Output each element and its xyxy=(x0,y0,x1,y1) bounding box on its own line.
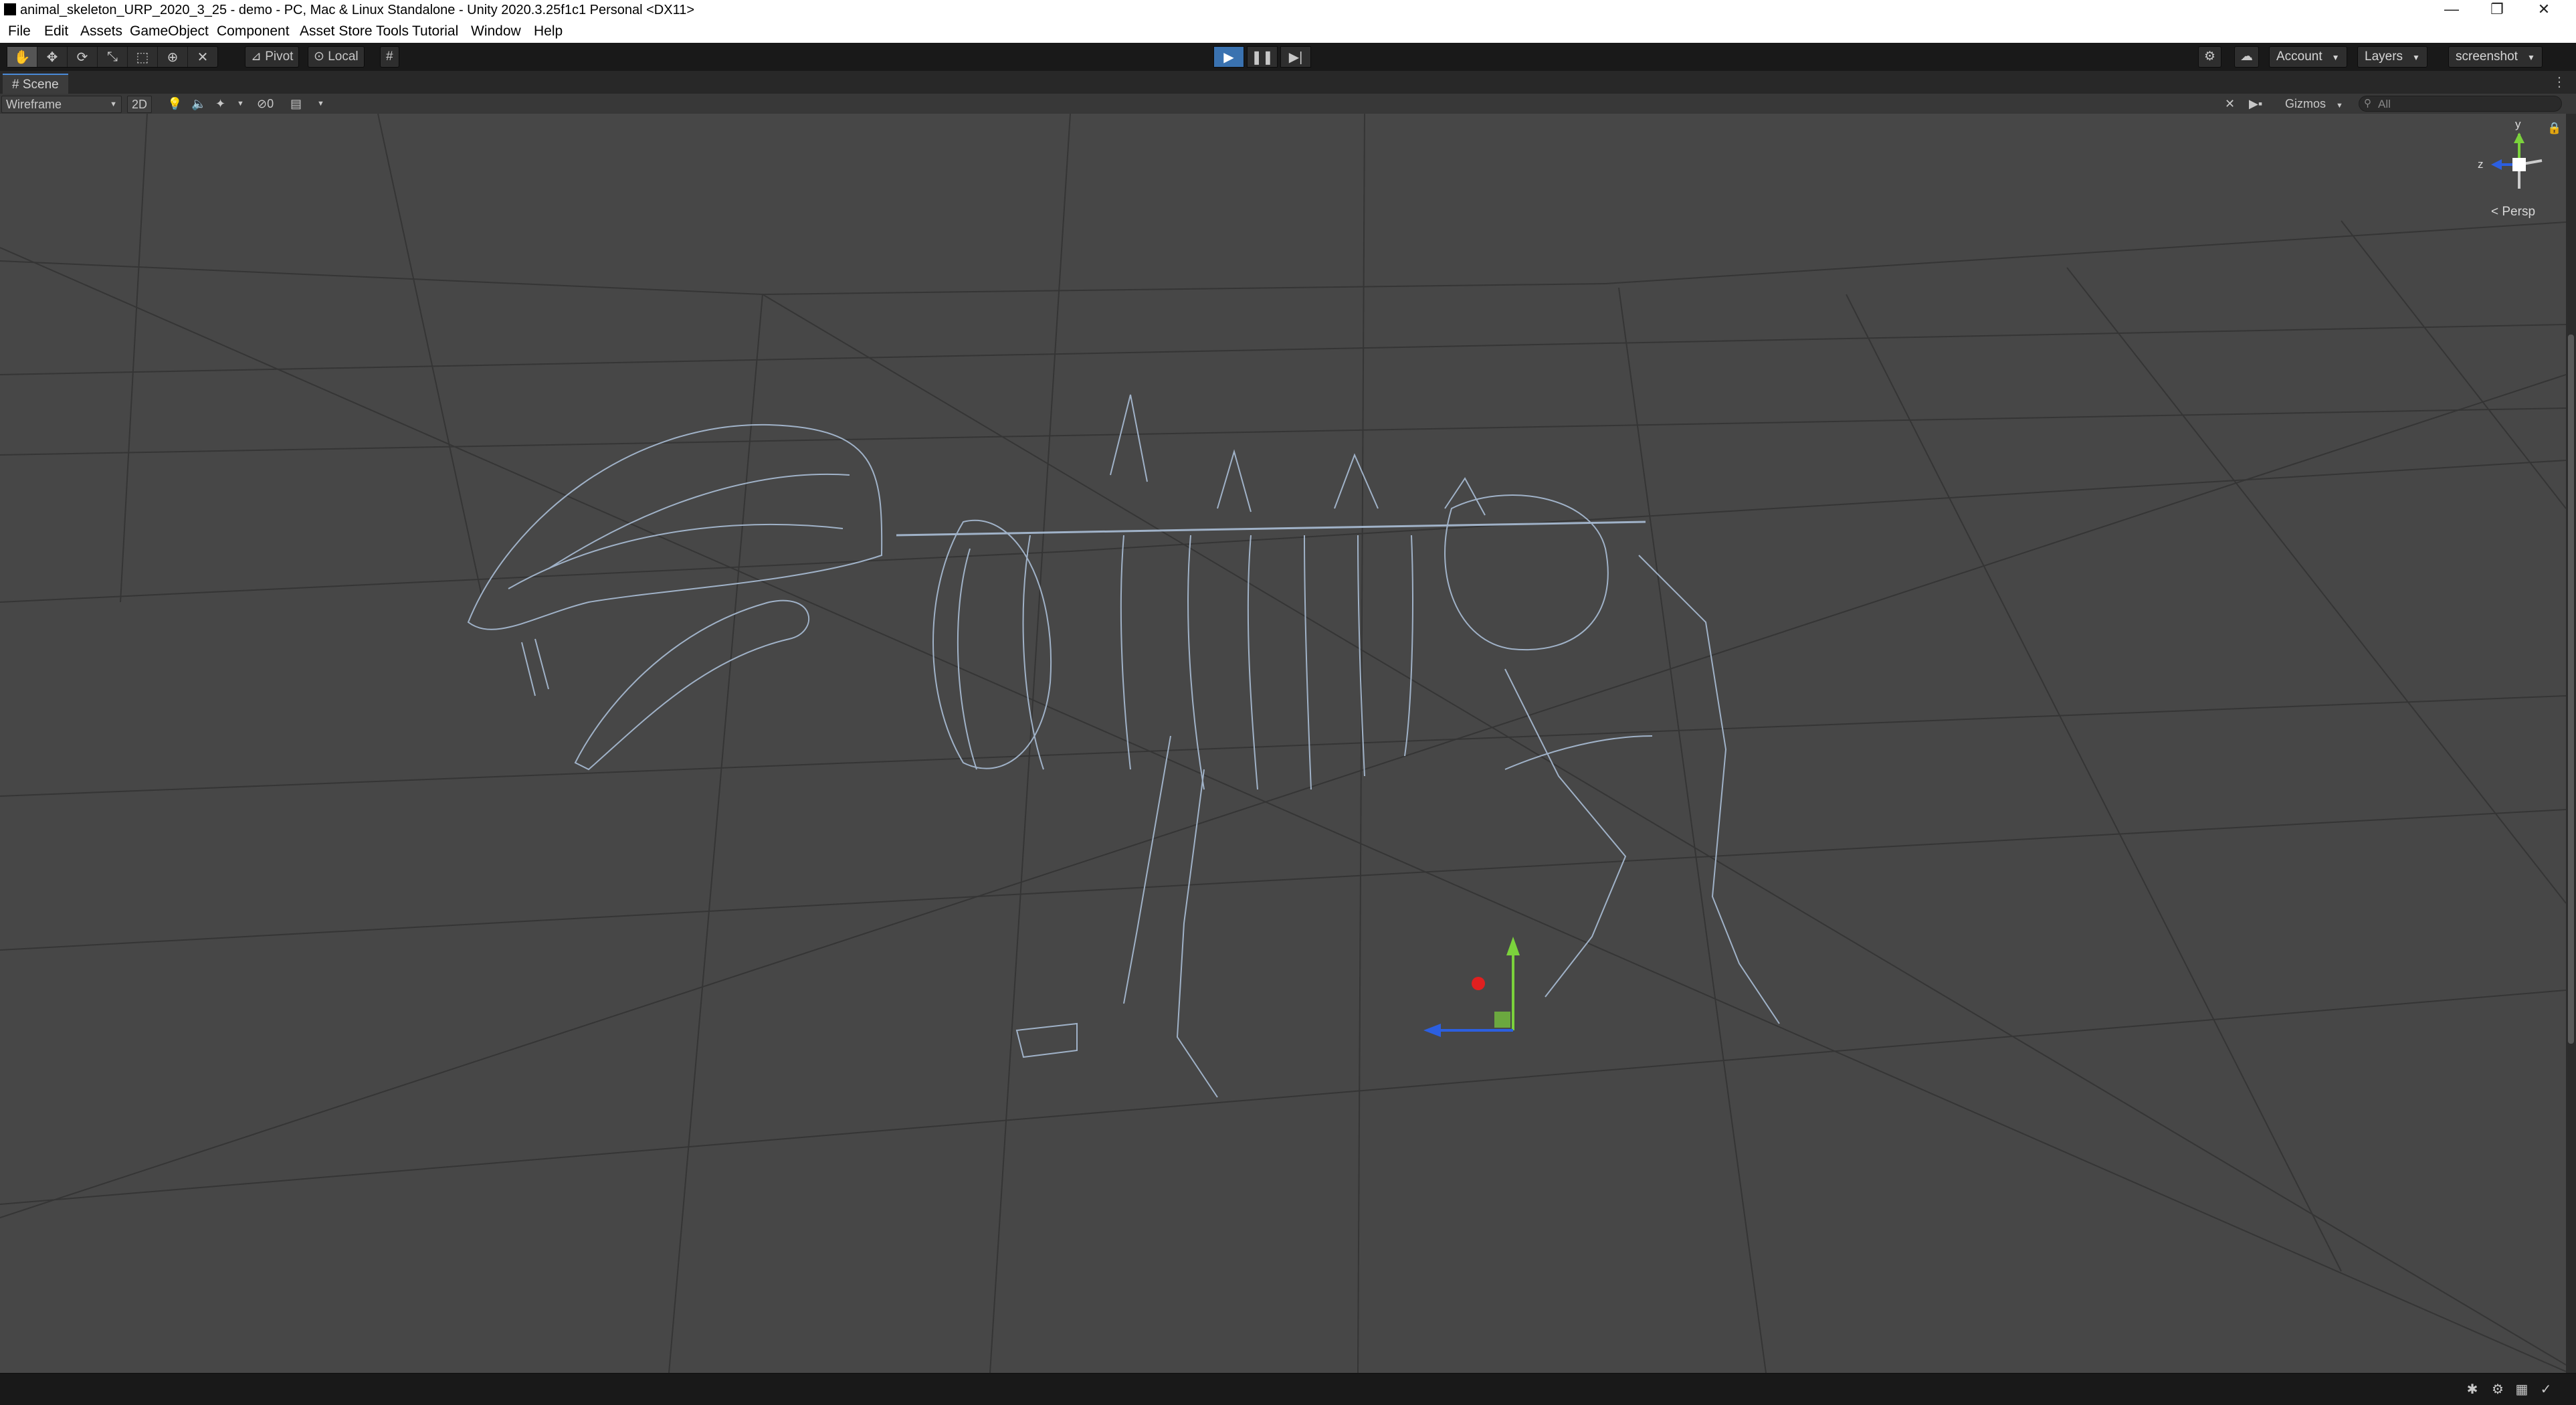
gizmos-label: Gizmos xyxy=(2285,97,2326,110)
scene-tab-bar: # Scene ⋮ xyxy=(0,71,2576,95)
pivot-toggle[interactable]: ⊿ Pivot xyxy=(245,46,300,68)
scrollbar-thumb[interactable] xyxy=(2568,335,2574,1044)
lighting-toggle-icon[interactable]: 💡 xyxy=(167,96,182,112)
scene-view-toolbar: Wireframe ▼ 2D 💡 🔈 ✦ ▼ ⊘0 ▤ ▼ ✕ ▶▪ Gizmo… xyxy=(0,94,2576,114)
window-title: animal_skeleton_URP_2020_3_25 - demo - P… xyxy=(20,3,695,17)
cache-server-icon[interactable]: ▦ xyxy=(2512,1380,2531,1399)
menu-asset-store-tools[interactable]: Asset Store Tools xyxy=(300,23,409,39)
menu-component[interactable]: Component xyxy=(217,23,290,39)
menu-assets[interactable]: Assets xyxy=(80,23,122,39)
chevron-down-icon: ▼ xyxy=(110,100,117,108)
pause-button[interactable]: ❚❚ xyxy=(1247,46,1278,68)
chevron-down-icon: ▼ xyxy=(2331,53,2340,62)
camera-icon[interactable]: ▶▪ xyxy=(2249,96,2262,112)
camera-settings-icon[interactable]: ▤ xyxy=(290,96,302,112)
cloud-icon[interactable]: ☁ xyxy=(2234,46,2259,68)
menu-bar: File Edit Assets GameObject Component As… xyxy=(0,20,2576,43)
status-bar: ✱ ⚙ ▦ ✓ xyxy=(0,1373,2576,1405)
local-toggle[interactable]: ⊙ Local xyxy=(308,46,365,68)
unity-logo-icon xyxy=(4,3,16,15)
window-title-bar: animal_skeleton_URP_2020_3_25 - demo - P… xyxy=(0,0,2576,20)
custom-tool-icon[interactable]: ✕ xyxy=(188,47,217,67)
panel-menu-icon[interactable]: ⋮ xyxy=(2553,74,2566,90)
local-label: Local xyxy=(328,50,359,64)
scene-grid xyxy=(0,114,2566,1373)
chevron-down-icon[interactable]: ▼ xyxy=(237,96,244,112)
search-placeholder: All xyxy=(2378,98,2391,110)
lock-icon[interactable]: 🔒 xyxy=(2547,122,2561,135)
transform-tool-icon[interactable]: ⊕ xyxy=(158,47,188,67)
layout-label: screenshot xyxy=(2456,50,2518,64)
hand-tool-icon[interactable]: ✋ xyxy=(7,47,37,67)
menu-help[interactable]: Help xyxy=(534,23,563,39)
layers-label: Layers xyxy=(2365,50,2403,64)
draw-mode-label: Wireframe xyxy=(6,98,62,111)
skeleton-wireframe[interactable] xyxy=(467,394,1780,1098)
chevron-down-icon: ▼ xyxy=(2412,53,2420,62)
play-button[interactable]: ▶ xyxy=(1213,46,1244,68)
move-tool-icon[interactable]: ✥ xyxy=(37,47,68,67)
orientation-gizmo[interactable] xyxy=(2491,132,2543,189)
2d-toggle[interactable]: 2D xyxy=(127,96,153,113)
chevron-down-icon: ▼ xyxy=(2336,102,2343,110)
chevron-down-icon[interactable]: ▼ xyxy=(317,96,324,112)
account-label: Account xyxy=(2276,50,2322,64)
bug-icon[interactable]: ✱ xyxy=(2463,1380,2482,1399)
account-dropdown[interactable]: Account ▼ xyxy=(2269,46,2347,68)
settings-gear-icon[interactable]: ⚙ xyxy=(2198,46,2222,68)
search-icon: ⚲ xyxy=(2364,98,2371,109)
menu-gameobject[interactable]: GameObject xyxy=(130,23,209,39)
persp-label[interactable]: < Persp xyxy=(2491,205,2535,219)
scene-viewport[interactable]: y z 🔒 xyxy=(0,114,2566,1373)
rotate-tool-icon[interactable]: ⟳ xyxy=(68,47,98,67)
menu-tutorial[interactable]: Tutorial xyxy=(412,23,458,39)
rect-tool-icon[interactable]: ⬚ xyxy=(128,47,158,67)
step-button[interactable]: ▶| xyxy=(1280,46,1311,68)
debug-mode-icon[interactable]: ⚙ xyxy=(2488,1380,2507,1399)
audio-toggle-icon[interactable]: 🔈 xyxy=(191,96,206,112)
menu-window[interactable]: Window xyxy=(471,23,521,39)
layers-dropdown[interactable]: Layers ▼ xyxy=(2357,46,2428,68)
layout-dropdown[interactable]: screenshot ▼ xyxy=(2448,46,2543,68)
tools-icon[interactable]: ✕ xyxy=(2225,96,2235,112)
gizmos-dropdown[interactable]: Gizmos ▼ xyxy=(2285,96,2343,112)
main-toolbar: ✋ ✥ ⟳ ⤡ ⬚ ⊕ ✕ ⊿ Pivot ⊙ Local # ▶ ❚❚ ▶| … xyxy=(0,43,2576,71)
draw-mode-dropdown[interactable]: Wireframe ▼ xyxy=(1,96,122,113)
menu-edit[interactable]: Edit xyxy=(44,23,68,39)
scale-tool-icon[interactable]: ⤡ xyxy=(98,47,128,67)
effects-toggle-icon[interactable]: ✦ xyxy=(215,96,225,112)
gizmo-axis-z-label: z xyxy=(2478,158,2484,171)
chevron-down-icon: ▼ xyxy=(2527,53,2535,62)
grid-snap-icon[interactable]: # xyxy=(380,46,399,68)
scene-search-input[interactable]: All xyxy=(2359,96,2562,112)
progress-check-icon[interactable]: ✓ xyxy=(2537,1380,2555,1399)
close-button[interactable]: ✕ xyxy=(2514,0,2574,20)
scene-tab-label: Scene xyxy=(22,78,59,92)
menu-file[interactable]: File xyxy=(8,23,31,39)
transform-tools: ✋ ✥ ⟳ ⤡ ⬚ ⊕ ✕ xyxy=(7,46,218,68)
move-gizmo[interactable] xyxy=(1423,937,1520,1037)
pivot-label: Pivot xyxy=(265,50,294,64)
hidden-count: 0 xyxy=(267,97,274,110)
tab-scene[interactable]: # Scene xyxy=(3,74,68,95)
hidden-objects-toggle[interactable]: ⊘0 xyxy=(257,96,274,112)
gizmo-axis-y-label: y xyxy=(2515,118,2521,130)
